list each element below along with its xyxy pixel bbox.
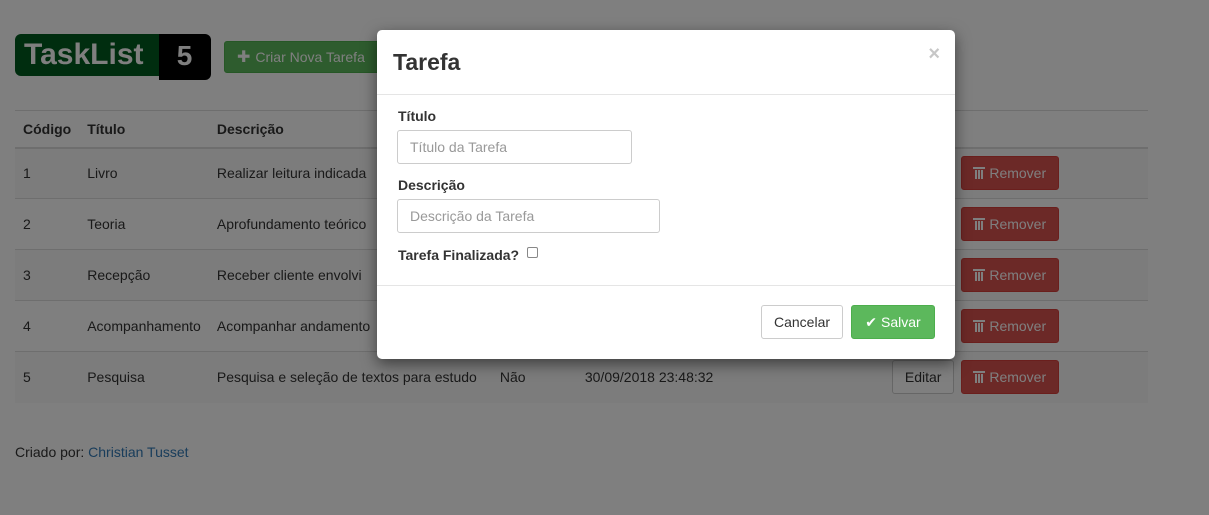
finished-field-label: Tarefa Finalizada?	[398, 247, 520, 263]
save-label: Salvar	[881, 314, 921, 330]
close-icon[interactable]: ×	[928, 43, 940, 66]
modal-body: Título Descrição Tarefa Finalizada?	[377, 95, 955, 286]
description-field-label: Descrição	[398, 177, 465, 193]
save-button[interactable]: ✔ Salvar	[851, 305, 935, 339]
modal-title: Tarefa	[393, 49, 461, 75]
cancel-button[interactable]: Cancelar	[761, 305, 843, 339]
finished-checkbox[interactable]	[527, 247, 538, 258]
title-field-label: Título	[398, 108, 437, 124]
task-modal: Tarefa × Título Descrição Tarefa Finaliz…	[377, 30, 955, 359]
check-icon: ✔	[865, 313, 878, 330]
description-input[interactable]	[397, 199, 660, 233]
title-input[interactable]	[397, 130, 632, 164]
modal-header: Tarefa ×	[377, 30, 955, 95]
